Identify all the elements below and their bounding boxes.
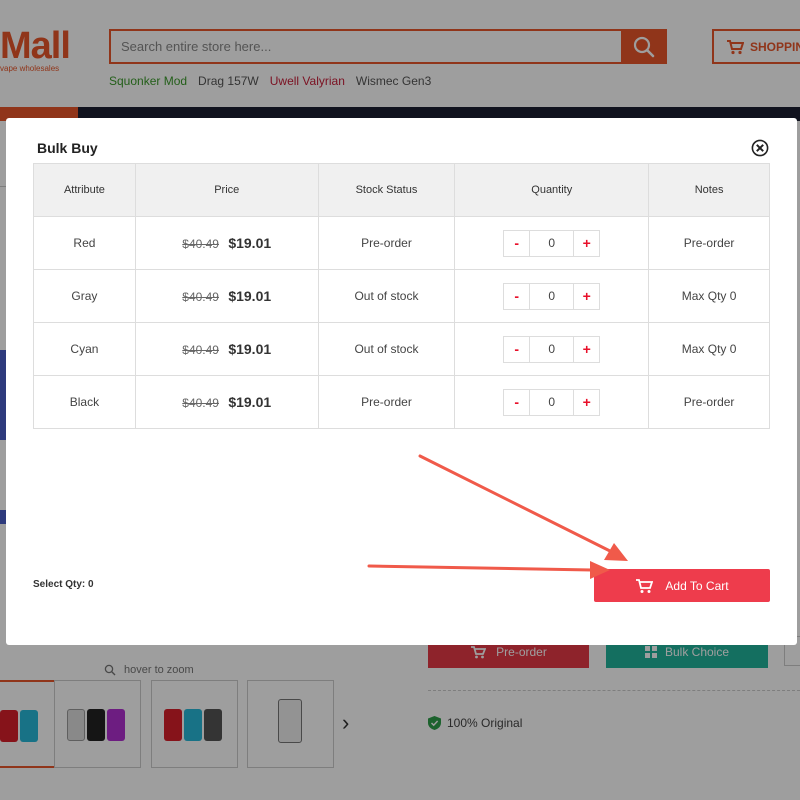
quantity-input[interactable] bbox=[530, 335, 574, 363]
attribute-cell: Gray bbox=[33, 269, 136, 323]
price-cell: $40.49 $19.01 bbox=[134, 375, 319, 429]
table-row: Gray $40.49 $19.01 Out of stock - + Max … bbox=[33, 269, 770, 323]
bulk-buy-modal: Bulk Buy Attribute Price Stock Status Qu… bbox=[6, 118, 797, 645]
price-cell: $40.49 $19.01 bbox=[134, 269, 319, 323]
column-header: Notes bbox=[648, 163, 770, 217]
sale-price: $19.01 bbox=[228, 341, 272, 357]
column-header: Stock Status bbox=[317, 163, 456, 217]
cart-icon bbox=[636, 578, 654, 593]
quantity-cell: - + bbox=[454, 375, 650, 429]
stock-status-cell: Out of stock bbox=[317, 269, 456, 323]
notes-cell: Max Qty 0 bbox=[648, 322, 770, 376]
price-cell: $40.49 $19.01 bbox=[134, 322, 319, 376]
old-price: $40.49 bbox=[182, 396, 219, 410]
column-header: Price bbox=[134, 163, 319, 217]
add-to-cart-button[interactable]: Add To Cart bbox=[594, 569, 770, 602]
table-header-row: Attribute Price Stock Status Quantity No… bbox=[33, 163, 770, 217]
sale-price: $19.01 bbox=[228, 394, 272, 410]
decrement-button[interactable]: - bbox=[503, 388, 531, 416]
old-price: $40.49 bbox=[182, 237, 219, 251]
add-to-cart-label: Add To Cart bbox=[665, 578, 729, 593]
stock-status-cell: Pre-order bbox=[317, 216, 456, 270]
table-row: Cyan $40.49 $19.01 Out of stock - + Max … bbox=[33, 322, 770, 376]
decrement-button[interactable]: - bbox=[503, 282, 531, 310]
quantity-stepper: - + bbox=[503, 229, 601, 257]
notes-cell: Max Qty 0 bbox=[648, 269, 770, 323]
table-row: Black $40.49 $19.01 Pre-order - + Pre-or… bbox=[33, 375, 770, 429]
quantity-cell: - + bbox=[454, 322, 650, 376]
quantity-stepper: - + bbox=[503, 388, 601, 416]
attribute-cell: Black bbox=[33, 375, 136, 429]
table-row: Red $40.49 $19.01 Pre-order - + Pre-orde… bbox=[33, 216, 770, 270]
quantity-input[interactable] bbox=[530, 282, 574, 310]
increment-button[interactable]: + bbox=[573, 229, 601, 257]
selected-quantity-label: Select Qty: 0 bbox=[33, 579, 94, 590]
column-header: Attribute bbox=[33, 163, 136, 217]
old-price: $40.49 bbox=[182, 290, 219, 304]
attribute-cell: Cyan bbox=[33, 322, 136, 376]
notes-cell: Pre-order bbox=[648, 216, 770, 270]
close-icon[interactable] bbox=[751, 139, 769, 157]
quantity-cell: - + bbox=[454, 216, 650, 270]
stock-status-cell: Pre-order bbox=[317, 375, 456, 429]
notes-cell: Pre-order bbox=[648, 375, 770, 429]
quantity-input[interactable] bbox=[530, 229, 574, 257]
column-header: Quantity bbox=[454, 163, 650, 217]
quantity-stepper: - + bbox=[503, 335, 601, 363]
sale-price: $19.01 bbox=[228, 288, 272, 304]
quantity-stepper: - + bbox=[503, 282, 601, 310]
increment-button[interactable]: + bbox=[573, 282, 601, 310]
increment-button[interactable]: + bbox=[573, 335, 601, 363]
decrement-button[interactable]: - bbox=[503, 229, 531, 257]
bulk-buy-table: Attribute Price Stock Status Quantity No… bbox=[33, 163, 770, 429]
quantity-input[interactable] bbox=[530, 388, 574, 416]
attribute-cell: Red bbox=[33, 216, 136, 270]
old-price: $40.49 bbox=[182, 343, 219, 357]
price-cell: $40.49 $19.01 bbox=[134, 216, 319, 270]
stock-status-cell: Out of stock bbox=[317, 322, 456, 376]
modal-title: Bulk Buy bbox=[37, 140, 98, 156]
increment-button[interactable]: + bbox=[573, 388, 601, 416]
sale-price: $19.01 bbox=[228, 235, 272, 251]
decrement-button[interactable]: - bbox=[503, 335, 531, 363]
quantity-cell: - + bbox=[454, 269, 650, 323]
